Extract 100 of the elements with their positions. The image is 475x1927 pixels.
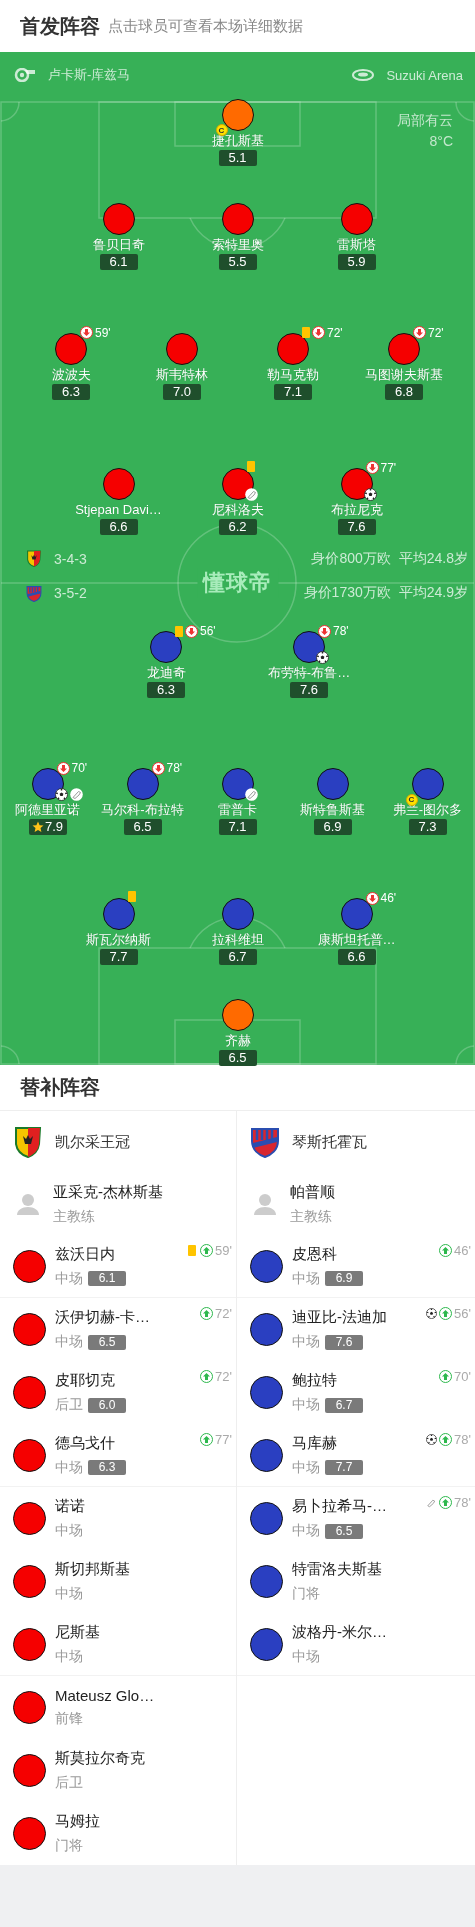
player-name[interactable]: 波格丹-米尔…: [292, 1622, 387, 1642]
coach-name[interactable]: 亚采克-杰林斯基: [53, 1182, 163, 1202]
substitution-minute: 78': [166, 761, 183, 775]
player-name[interactable]: 易卜拉希马-…: [292, 1497, 387, 1516]
player-name[interactable]: 齐赫: [224, 1033, 251, 1049]
player-rating: 6.5: [218, 1050, 257, 1066]
player-jersey-icon[interactable]: [102, 467, 135, 500]
substitution-minute: 59': [215, 1243, 232, 1258]
team-value-text: 身价1730万欧: [303, 584, 391, 603]
player-name[interactable]: 拉科维坦: [211, 932, 264, 948]
player-jersey-icon[interactable]: [150, 631, 182, 663]
player-name[interactable]: Stjepan Davi…: [75, 501, 162, 518]
player-name[interactable]: 康斯坦托普…: [317, 932, 396, 948]
player-name[interactable]: 勒马克勒: [267, 366, 319, 383]
substitution-in-icon: [439, 1370, 453, 1383]
player-name[interactable]: 阿德里亚诺: [15, 802, 80, 818]
player-name[interactable]: 雷斯塔: [337, 236, 376, 253]
player-jersey-icon[interactable]: [250, 1313, 283, 1346]
player-jersey-icon[interactable]: [13, 1376, 46, 1409]
player-position: 前锋: [55, 1710, 83, 1728]
player-name[interactable]: 兹沃日内: [55, 1244, 126, 1264]
player-name[interactable]: 雷普卡: [218, 802, 257, 818]
player-jersey-icon[interactable]: [250, 1627, 283, 1661]
player-jersey-icon[interactable]: [221, 898, 254, 930]
player-position: 门将: [55, 1837, 83, 1855]
player-name[interactable]: 马姆拉: [55, 1812, 100, 1831]
player-jersey-icon[interactable]: [221, 467, 254, 500]
player-name[interactable]: 斯特鲁斯基: [300, 802, 365, 818]
substitution-minute: 77': [215, 1432, 232, 1447]
player-jersey-icon[interactable]: [221, 768, 254, 800]
player-name[interactable]: 斯莫拉尔奇克: [55, 1749, 145, 1768]
player-rating: 6.8: [385, 383, 423, 400]
player-name[interactable]: 鲁贝日奇: [92, 236, 145, 253]
player-jersey-icon[interactable]: [221, 98, 254, 131]
player-name[interactable]: Mateusz Glo…: [55, 1687, 155, 1704]
substitution-in-icon: [200, 1370, 214, 1383]
player-jersey-icon[interactable]: [388, 332, 420, 365]
player-name[interactable]: 布拉尼克: [330, 501, 383, 518]
team-crest-icon: [13, 1125, 43, 1159]
player-jersey-icon[interactable]: [221, 202, 254, 235]
player-name[interactable]: 皮恩科: [292, 1244, 363, 1264]
player-name[interactable]: 斯瓦尔纳斯: [86, 932, 151, 948]
player-jersey-icon[interactable]: [166, 332, 198, 365]
player-jersey-icon[interactable]: [340, 467, 373, 500]
player-jersey-icon[interactable]: [13, 1502, 46, 1535]
player-name[interactable]: 波波夫: [51, 366, 91, 383]
player-name[interactable]: 斯韦特林: [156, 366, 208, 383]
soccer-ball-icon: [426, 1308, 438, 1319]
player-name[interactable]: 皮耶切克: [55, 1371, 126, 1390]
player-name[interactable]: 诺诺: [55, 1497, 85, 1516]
substitution-minute: 56': [454, 1306, 471, 1321]
player-jersey-icon[interactable]: [13, 1691, 46, 1724]
player-name[interactable]: 马图谢夫斯基: [365, 366, 443, 383]
team-crest-icon: [26, 584, 42, 602]
substitution-in-icon: [200, 1433, 214, 1446]
player-name[interactable]: 特雷洛夫斯基: [292, 1560, 382, 1579]
player-jersey-icon[interactable]: [250, 1565, 283, 1598]
player-rating: 5.1: [218, 149, 257, 166]
player-name[interactable]: 斯切邦斯基: [55, 1560, 130, 1579]
player-jersey-icon[interactable]: [316, 768, 349, 800]
player-jersey-icon[interactable]: [340, 898, 373, 930]
player-rating: 6.9: [313, 819, 352, 835]
player-jersey-icon[interactable]: [277, 332, 309, 365]
player-jersey-icon[interactable]: [250, 1249, 283, 1283]
stadium-icon: [352, 69, 375, 82]
player-jersey-icon[interactable]: [250, 1376, 283, 1409]
player-jersey-icon[interactable]: [126, 768, 159, 800]
player-jersey-icon[interactable]: [221, 999, 254, 1031]
player-jersey-icon[interactable]: [340, 202, 373, 235]
player-jersey-icon[interactable]: [102, 898, 135, 930]
player-jersey-icon[interactable]: [250, 1438, 283, 1472]
player-name[interactable]: 迪亚比-法迪加: [292, 1308, 387, 1327]
player-name[interactable]: 马尔科-布拉特: [101, 802, 184, 818]
player-name[interactable]: 德乌戈什: [55, 1433, 126, 1453]
player-jersey-icon[interactable]: [411, 768, 444, 800]
player-rating: 7.1: [218, 819, 257, 835]
player-name[interactable]: 布劳特-布鲁…: [267, 665, 351, 681]
substitution-out-icon: [56, 761, 70, 775]
player-name[interactable]: 尼斯基: [55, 1622, 100, 1642]
player-jersey-icon[interactable]: [250, 1502, 283, 1535]
player-jersey-icon[interactable]: [13, 1627, 46, 1661]
player-name[interactable]: 马库赫: [292, 1433, 363, 1453]
player-name[interactable]: 龙迪奇: [146, 665, 186, 681]
team-crest-icon: [26, 550, 42, 568]
player-name[interactable]: 索特里奥: [211, 236, 264, 253]
coach-name[interactable]: 帕普顺: [290, 1182, 335, 1202]
player-jersey-icon[interactable]: [13, 1565, 46, 1598]
player-name[interactable]: 尼科洛夫: [211, 501, 264, 518]
player-jersey-icon[interactable]: [55, 332, 87, 365]
player-name[interactable]: 鲍拉特: [292, 1371, 363, 1390]
player-jersey-icon[interactable]: [13, 1249, 46, 1283]
player-rating: 6.7: [325, 1397, 363, 1413]
team-value-text: 身价800万欧: [311, 549, 391, 568]
player-name[interactable]: 沃伊切赫-卡…: [55, 1308, 150, 1327]
player-rating: 6.5: [325, 1523, 363, 1539]
player-jersey-icon[interactable]: [13, 1754, 46, 1787]
player-jersey-icon[interactable]: [13, 1438, 46, 1472]
player-jersey-icon[interactable]: [13, 1313, 46, 1346]
player-jersey-icon[interactable]: [102, 202, 135, 235]
player-jersey-icon[interactable]: [13, 1817, 46, 1850]
